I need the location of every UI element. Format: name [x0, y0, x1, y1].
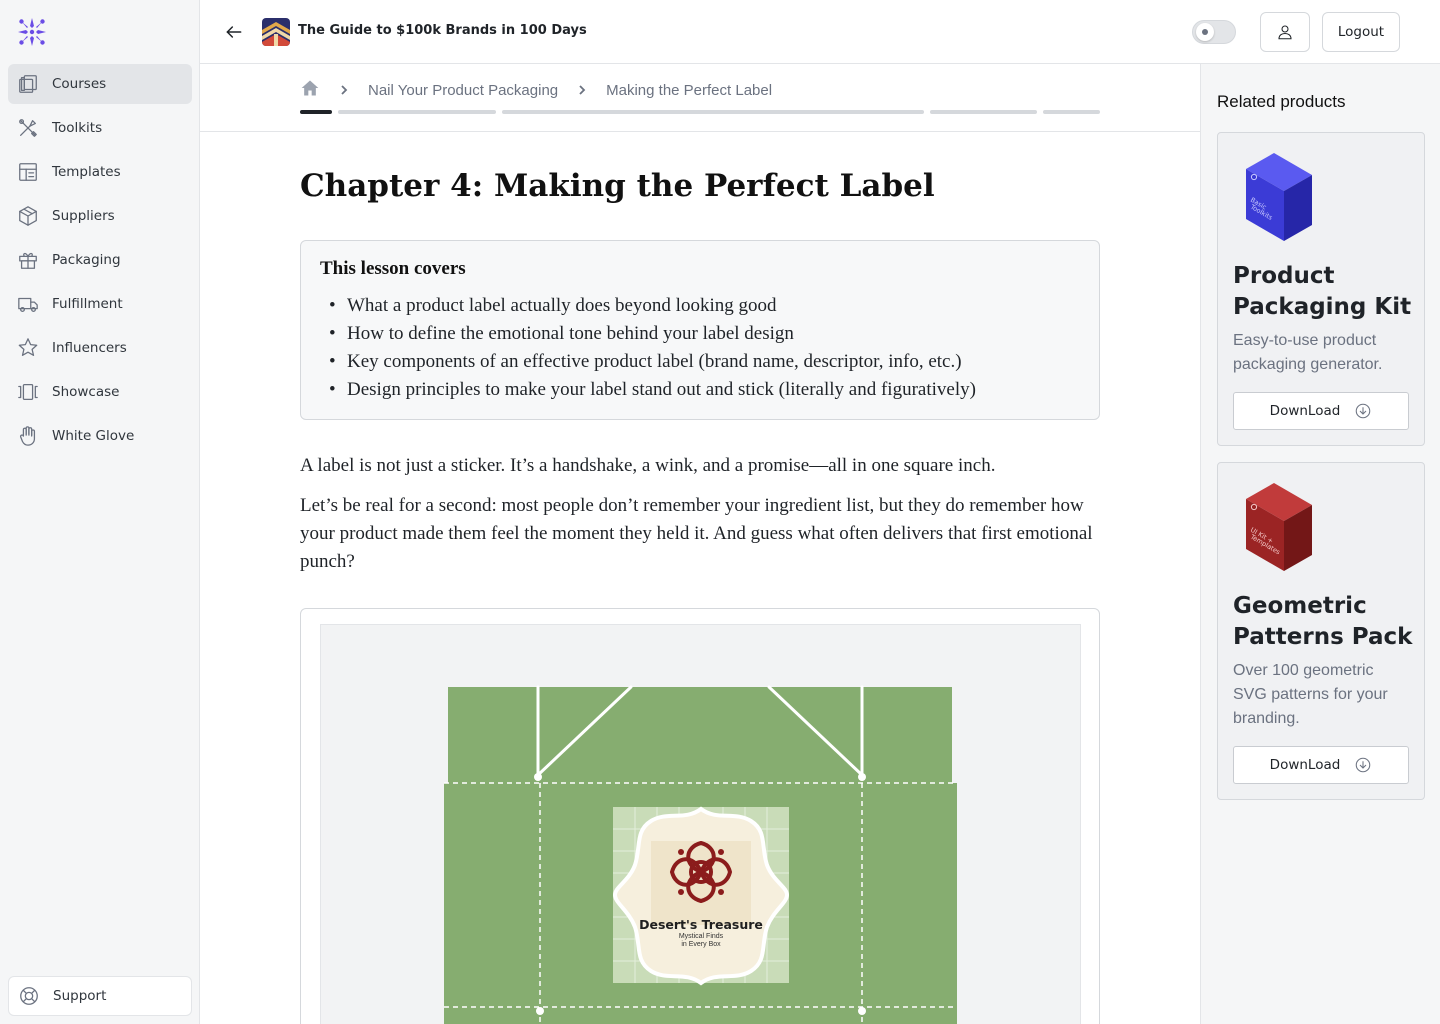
sidebar-item-label: Toolkits: [52, 120, 103, 136]
download-button[interactable]: DownLoad: [1233, 392, 1409, 430]
covers-heading: This lesson covers: [320, 258, 466, 279]
support-button[interactable]: Support: [8, 976, 192, 1016]
sidebar-item-white-glove[interactable]: White Glove: [8, 416, 192, 456]
breadcrumb-bar: Nail Your Product Packaging Making the P…: [200, 64, 1200, 132]
covers-list: What a product label actually does beyon…: [320, 292, 1080, 404]
theme-toggle[interactable]: [1192, 20, 1236, 44]
sidebar-item-label: Courses: [52, 76, 107, 92]
suppliers-icon: [16, 204, 40, 228]
paragraph: Let’s be real for a second: most people …: [300, 495, 1093, 572]
sidebar-item-suppliers[interactable]: Suppliers: [8, 196, 192, 236]
product-box-image: UI Kit + Templates: [1244, 481, 1314, 573]
course-thumbnail: [262, 18, 290, 46]
support-label: Support: [53, 988, 107, 1004]
templates-icon: [16, 160, 40, 184]
chevron-right-icon: [576, 84, 588, 96]
sidebar-nav: Courses Toolkits Templates Suppliers Pac…: [8, 64, 192, 460]
chapter-title: Chapter 4: Making the Perfect Label: [300, 168, 935, 204]
product-card[interactable]: UI Kit + Templates Geometric Patterns Pa…: [1217, 462, 1425, 800]
arrow-left-icon: [226, 26, 242, 38]
product-description: packaging generator.: [1233, 356, 1383, 373]
list-item: Key components of an effective product l…: [320, 348, 1080, 376]
sidebar-item-fulfillment[interactable]: Fulfillment: [8, 284, 192, 324]
logout-button[interactable]: Logout: [1322, 12, 1400, 52]
white-glove-icon: [16, 424, 40, 448]
lesson-covers-box: This lesson covers What a product label …: [300, 240, 1100, 420]
sidebar: Courses Toolkits Templates Suppliers Pac…: [0, 0, 200, 1024]
sidebar-item-packaging[interactable]: Packaging: [8, 240, 192, 280]
packaging-icon: [16, 248, 40, 272]
sidebar-item-toolkits[interactable]: Toolkits: [8, 108, 192, 148]
label-tagline: in Every Box: [681, 941, 721, 948]
breadcrumb-item[interactable]: Nail Your Product Packaging: [368, 82, 558, 99]
showcase-icon: [16, 380, 40, 404]
fulfillment-icon: [16, 292, 40, 316]
sidebar-item-label: Templates: [52, 164, 121, 180]
sidebar-item-label: White Glove: [52, 428, 135, 444]
sidebar-item-templates[interactable]: Templates: [8, 152, 192, 192]
progress-segment: [1043, 110, 1100, 114]
product-description: branding.: [1233, 710, 1300, 727]
sidebar-item-label: Influencers: [52, 340, 127, 356]
user-icon: [1278, 25, 1292, 40]
breadcrumb: Nail Your Product Packaging Making the P…: [300, 78, 772, 102]
download-label: DownLoad: [1269, 403, 1341, 419]
paragraph: A label is not just a sticker. It’s a ha…: [300, 455, 996, 476]
download-label: DownLoad: [1269, 757, 1341, 773]
product-name: Packaging Kit: [1233, 294, 1412, 320]
product-description: SVG patterns for your: [1233, 686, 1388, 703]
progress-segment: [502, 110, 924, 114]
courses-icon: [16, 72, 40, 96]
sidebar-item-influencers[interactable]: Influencers: [8, 328, 192, 368]
packaging-dieline-image: Desert's Treasure Mystical Finds in Ever…: [320, 624, 1081, 1024]
home-icon[interactable]: [300, 78, 320, 102]
product-card[interactable]: Basic Toolkits Product Packaging Kit Eas…: [1217, 132, 1425, 446]
influencers-icon: [16, 336, 40, 360]
lesson-figure: Desert's Treasure Mystical Finds in Ever…: [300, 608, 1100, 1024]
back-button[interactable]: [222, 20, 246, 44]
sidebar-item-label: Showcase: [52, 384, 120, 400]
course-title: The Guide to $100k Brands in 100 Days: [298, 23, 587, 38]
download-button[interactable]: DownLoad: [1233, 746, 1409, 784]
chevron-right-icon: [338, 84, 350, 96]
related-products-panel: Related products Basic Toolkits Product …: [1200, 64, 1440, 1024]
label-tagline: Mystical Finds: [678, 933, 724, 940]
list-item: Design principles to make your label sta…: [320, 376, 1080, 404]
progress-segment: [338, 110, 496, 114]
related-heading: Related products: [1217, 92, 1346, 111]
product-name: Geometric: [1233, 593, 1367, 619]
list-item: What a product label actually does beyon…: [320, 292, 1080, 320]
label-brand-name: Desert's Treasure: [639, 917, 763, 932]
product-description: Over 100 geometric: [1233, 662, 1374, 679]
sidebar-item-label: Packaging: [52, 252, 121, 268]
support-icon: [17, 984, 41, 1008]
download-icon: [1356, 757, 1371, 773]
lesson-progress: [300, 110, 1100, 114]
progress-segment: [930, 110, 1037, 114]
toolkits-icon: [16, 116, 40, 140]
lesson-content: Nail Your Product Packaging Making the P…: [200, 64, 1200, 1024]
profile-button[interactable]: [1260, 12, 1310, 52]
breadcrumb-item-current: Making the Perfect Label: [606, 81, 773, 99]
app-logo[interactable]: [16, 16, 48, 48]
product-description: Easy-to-use product: [1233, 332, 1377, 349]
top-header: The Guide to $100k Brands in 100 Days Lo…: [200, 0, 1440, 64]
list-item: How to define the emotional tone behind …: [320, 320, 1080, 348]
product-name: Patterns Pack: [1233, 624, 1413, 650]
download-icon: [1356, 403, 1371, 419]
sidebar-item-courses[interactable]: Courses: [8, 64, 192, 104]
sidebar-item-label: Suppliers: [52, 208, 115, 224]
toggle-knob: [1196, 23, 1214, 41]
product-name: Product: [1233, 263, 1335, 289]
progress-segment: [300, 110, 332, 114]
sidebar-item-label: Fulfillment: [52, 296, 123, 312]
sidebar-item-showcase[interactable]: Showcase: [8, 372, 192, 412]
product-box-image: Basic Toolkits: [1244, 151, 1314, 243]
